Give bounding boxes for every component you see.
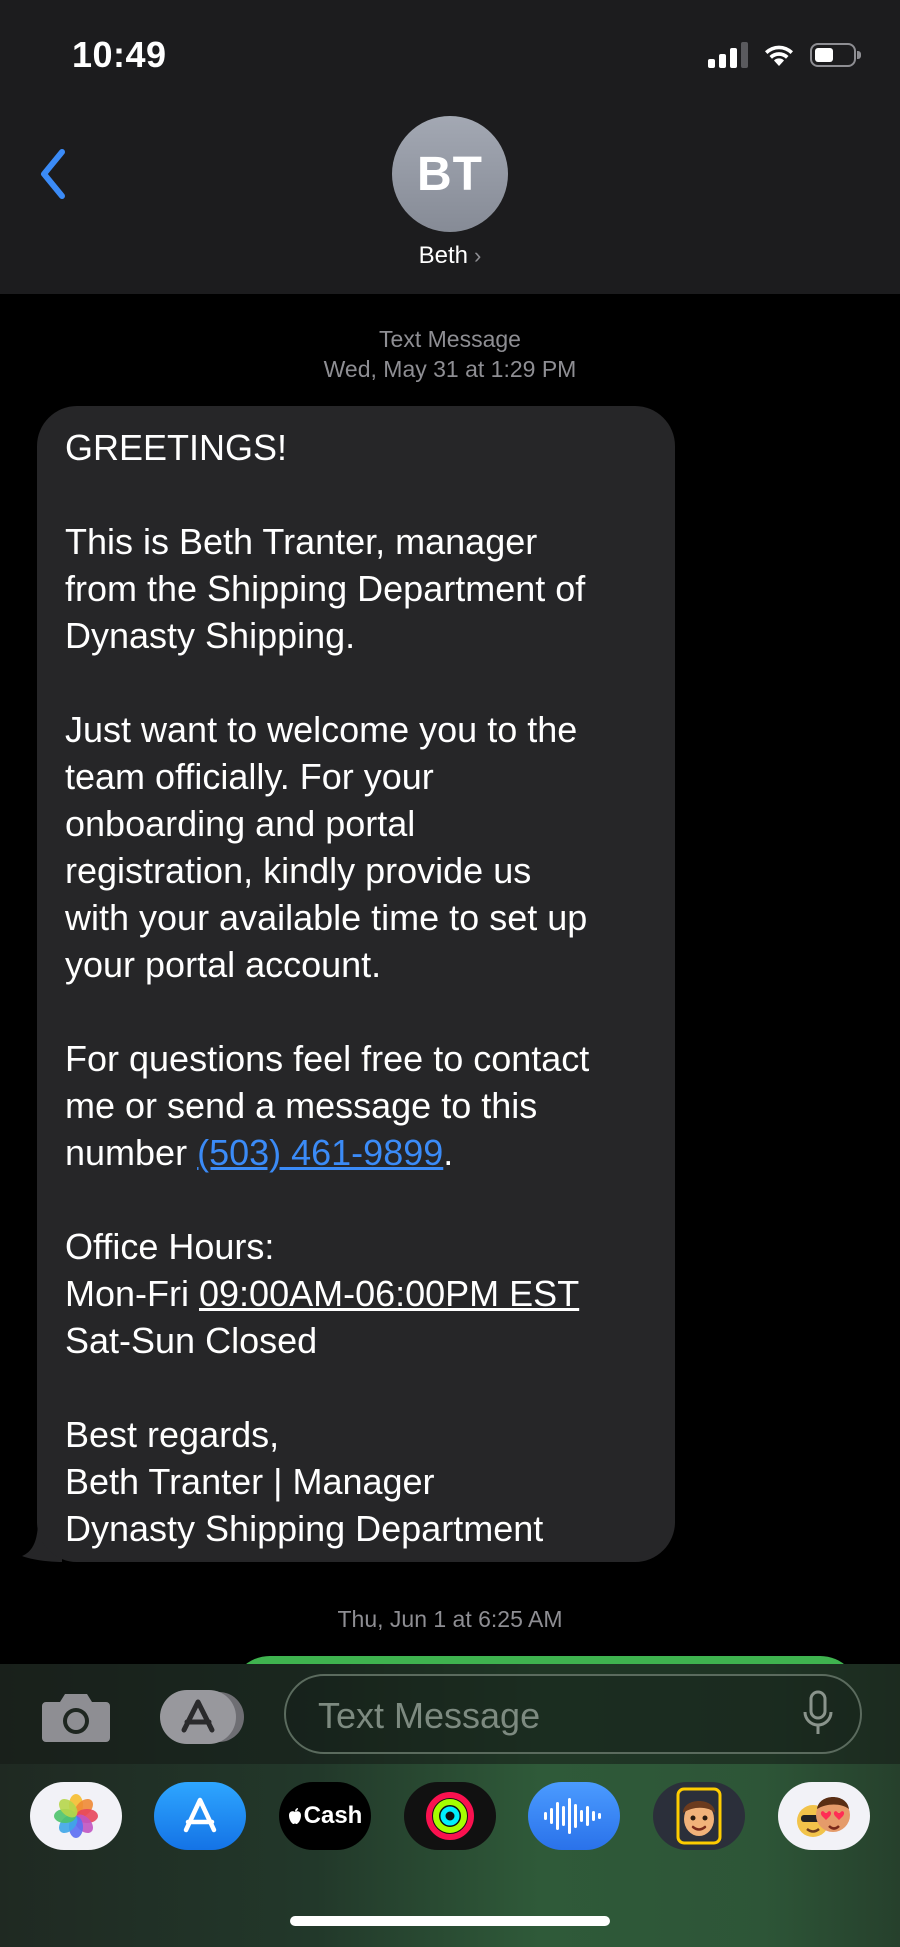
service-label: Text Message	[379, 326, 521, 352]
message-line: Best regards,	[65, 1414, 280, 1455]
message-line: Just want to welcome you to the	[65, 709, 578, 750]
app-store-icon[interactable]	[154, 1782, 246, 1850]
chevron-right-icon: ›	[474, 243, 482, 268]
message-line: Dynasty Shipping Department	[65, 1508, 544, 1549]
home-indicator[interactable]	[290, 1916, 610, 1926]
memoji-icon[interactable]	[653, 1782, 745, 1850]
number-prefix: number	[65, 1132, 198, 1173]
message-line-with-phone: number (503) 461-9899.	[65, 1129, 655, 1176]
days-prefix: Mon-Fri	[65, 1273, 199, 1314]
period: .	[443, 1132, 454, 1173]
message-line: For questions feel free to contact	[65, 1038, 590, 1079]
contact-avatar[interactable]: BT	[392, 116, 508, 232]
message-line: with your available time to set up	[65, 897, 588, 938]
message-input[interactable]	[316, 1690, 780, 1742]
audio-message-icon[interactable]	[528, 1782, 620, 1850]
cellular-signal-icon	[708, 42, 748, 68]
message-line: your portal account.	[65, 944, 382, 985]
message-service-label: Text Message Wed, May 31 at 1:29 PM	[0, 324, 900, 384]
message-line: team officially. For your	[65, 756, 434, 797]
message-line: GREETINGS!	[65, 427, 288, 468]
message-line: Office Hours:	[65, 1226, 275, 1267]
message-line: Dynasty Shipping.	[65, 615, 356, 656]
message-timestamp: Wed, May 31 at 1:29 PM	[323, 356, 577, 382]
message-line: registration, kindly provide us	[65, 850, 532, 891]
conversation-header: 10:49 BT Beth ›	[0, 0, 900, 294]
avatar-initials: BT	[417, 147, 483, 201]
app-drawer: Cash	[0, 1782, 900, 1852]
message-line: me or send a message to this	[65, 1085, 538, 1126]
photos-app-icon[interactable]	[30, 1782, 122, 1850]
contact-name-button[interactable]: Beth ›	[0, 242, 900, 270]
fitness-activity-icon[interactable]	[404, 1782, 496, 1850]
message-line: from the Shipping Department of	[65, 568, 586, 609]
phone-number-link[interactable]: (503) 461-9899	[197, 1132, 443, 1173]
incoming-message-bubble[interactable]: GREETINGS! This is Beth Tranter, manager…	[37, 406, 675, 1562]
app-store-button-icon[interactable]	[160, 1690, 246, 1744]
apple-cash-label: Cash	[303, 1802, 363, 1829]
status-time: 10:49	[72, 34, 167, 75]
wifi-icon	[765, 45, 793, 66]
back-chevron-icon[interactable]	[34, 146, 74, 202]
second-timestamp: Thu, Jun 1 at 6:25 AM	[337, 1606, 563, 1632]
apple-cash-icon[interactable]: Cash	[279, 1782, 371, 1850]
microphone-icon[interactable]	[802, 1690, 834, 1738]
message-line: Beth Tranter | Manager	[65, 1461, 435, 1502]
camera-icon[interactable]	[40, 1688, 112, 1744]
office-hours-link[interactable]: 09:00AM-06:00PM EST	[199, 1273, 579, 1314]
message-line-with-hours: Mon-Fri 09:00AM-06:00PM EST	[65, 1270, 655, 1317]
message-input-container[interactable]	[284, 1674, 862, 1754]
contact-name: Beth	[418, 242, 469, 269]
message-line: Sat-Sun Closed	[65, 1320, 318, 1361]
battery-icon	[810, 43, 861, 67]
message-line: This is Beth Tranter, manager	[65, 521, 538, 562]
message-line: onboarding and portal	[65, 803, 416, 844]
status-icons	[708, 40, 861, 70]
memoji-stickers-icon[interactable]	[778, 1782, 870, 1850]
